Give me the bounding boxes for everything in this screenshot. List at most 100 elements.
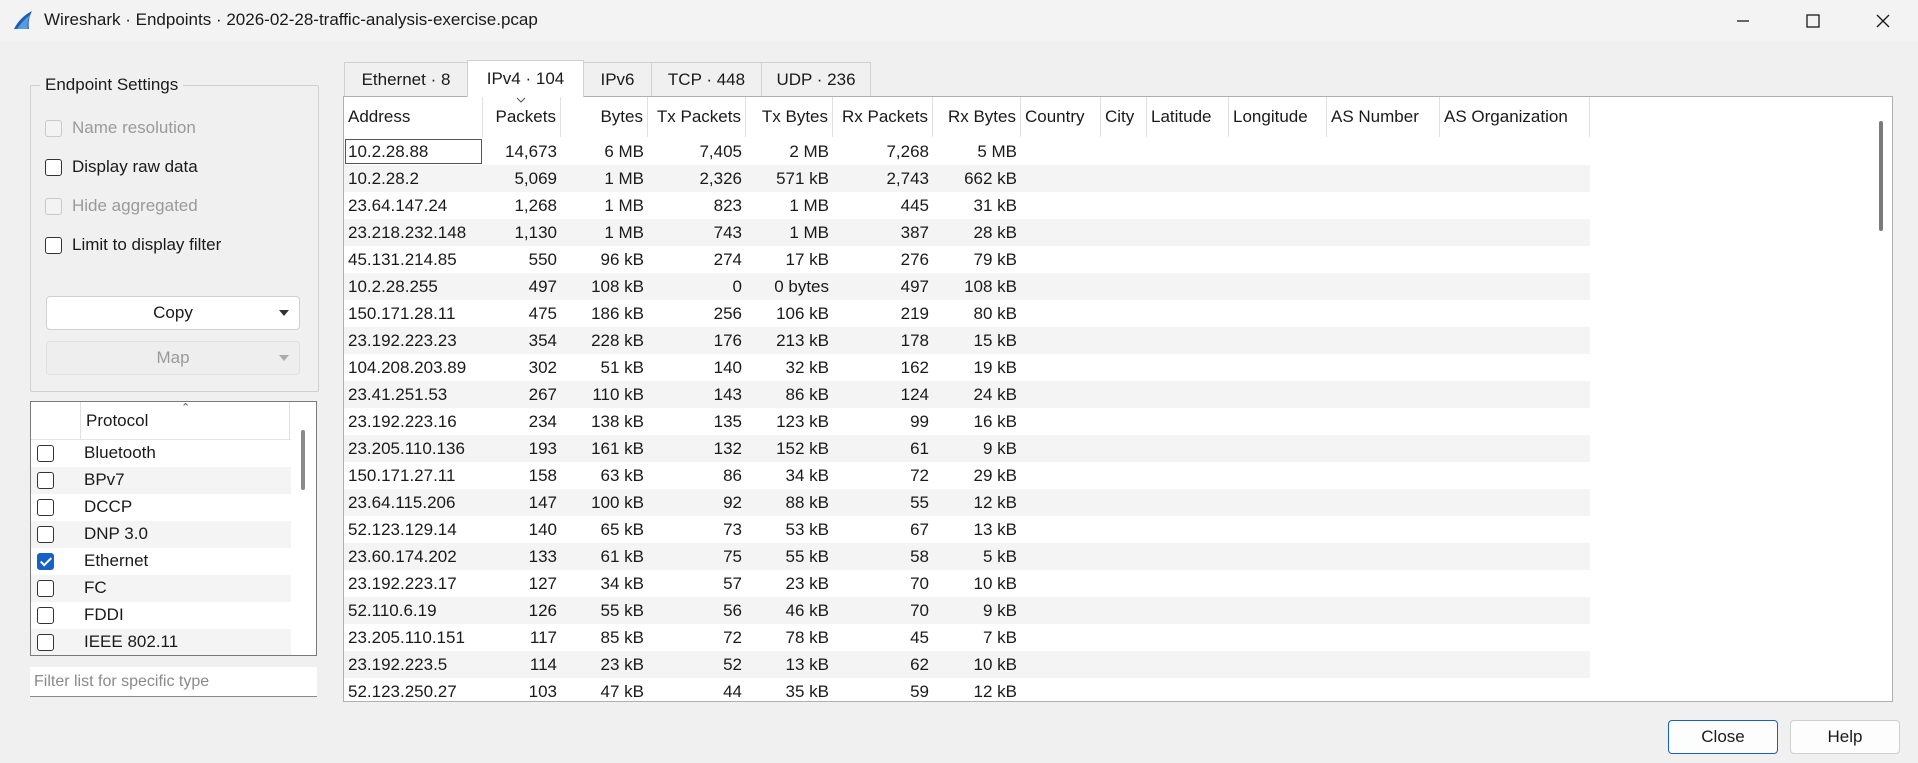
protocol-list-item[interactable]: Bluetooth — [31, 440, 291, 467]
table-row[interactable]: 23.192.223.5 114 23 kB 52 13 kB 62 10 kB — [344, 651, 1590, 678]
table-cell: 32 kB — [785, 358, 829, 377]
table-row[interactable]: 23.64.147.24 1,268 1 MB 823 1 MB 445 31 kB — [344, 192, 1590, 219]
protocol-list-item[interactable]: Ethernet — [31, 548, 291, 575]
column-header-as-number[interactable]: AS Number — [1327, 97, 1440, 137]
column-header-tx-packets[interactable]: Tx Packets — [648, 97, 746, 137]
table-row[interactable]: 23.192.223.16 234 138 kB 135 123 kB 99 16 kB — [344, 408, 1590, 435]
table-row[interactable]: 23.64.115.206 147 100 kB 92 88 kB 55 12 kB — [344, 489, 1590, 516]
table-cell: 23.64.115.206 — [348, 493, 456, 512]
table-row[interactable]: 52.123.250.27 103 47 kB 44 35 kB 59 12 kB — [344, 678, 1590, 701]
table-row[interactable]: 23.41.251.53 267 110 kB 143 86 kB 124 24 kB — [344, 381, 1590, 408]
limit-to-display-filter-option[interactable]: Limit to display filter — [45, 235, 221, 255]
protocol-checkbox[interactable] — [37, 634, 54, 651]
table-cell: 158 — [528, 466, 557, 485]
wireshark-fin-icon — [14, 11, 32, 29]
table-cell: 10 kB — [973, 574, 1017, 593]
column-header-address[interactable]: Address — [344, 97, 483, 137]
table-row[interactable]: 150.171.28.11 475 186 kB 256 106 kB 219 80 kB — [344, 300, 1590, 327]
column-header-rx-bytes[interactable]: Rx Bytes — [933, 97, 1021, 137]
table-cell: 47 kB — [600, 682, 644, 701]
protocol-list-item[interactable]: DNP 3.0 — [31, 521, 291, 548]
column-header-tx-bytes[interactable]: Tx Bytes — [746, 97, 833, 137]
tab-ipv6[interactable]: IPv6 — [583, 62, 652, 96]
table-row[interactable]: 10.2.28.255 497 108 kB 0 0 bytes 497 108 kB — [344, 273, 1590, 300]
table-row[interactable]: 23.60.174.202 133 61 kB 75 55 kB 58 5 kB — [344, 543, 1590, 570]
table-cell: 23.205.110.136 — [348, 439, 465, 458]
protocol-checkbox[interactable] — [37, 472, 54, 489]
table-row[interactable]: 10.2.28.2 5,069 1 MB 2,326 571 kB 2,743 662 kB — [344, 165, 1590, 192]
table-row[interactable]: 23.205.110.136 193 161 kB 132 152 kB 61 9 kB — [344, 435, 1590, 462]
close-button[interactable]: Close — [1668, 720, 1778, 754]
column-header-rx-packets[interactable]: Rx Packets — [833, 97, 933, 137]
protocol-list-item[interactable]: BPv7 — [31, 467, 291, 494]
tab-ipv4[interactable]: IPv4 · 104 — [467, 60, 584, 97]
display-raw-data-checkbox[interactable] — [45, 158, 62, 176]
table-cell: 445 — [900, 196, 929, 215]
tab-label: Ethernet · 8 — [361, 69, 451, 89]
table-row[interactable]: 23.192.223.17 127 34 kB 57 23 kB 70 10 kB — [344, 570, 1590, 597]
table-row[interactable]: 52.110.6.19 126 55 kB 56 46 kB 70 9 kB — [344, 597, 1590, 624]
protocol-checkbox[interactable] — [37, 445, 54, 462]
checkbox-column-header[interactable] — [31, 402, 81, 439]
column-header-latitude[interactable]: Latitude — [1147, 97, 1229, 137]
tab-tcp[interactable]: TCP · 448 — [651, 62, 762, 96]
column-header-packets[interactable]: Packets — [483, 97, 561, 137]
table-cell: 23.205.110.151 — [348, 628, 465, 647]
protocol-list-scrollbar[interactable] — [301, 430, 305, 490]
column-header-city[interactable]: City — [1101, 97, 1147, 137]
tab-ethernet[interactable]: Ethernet · 8 — [344, 62, 468, 96]
protocol-list-item[interactable]: FC — [31, 575, 291, 602]
table-row[interactable]: 45.131.214.85 550 96 kB 274 17 kB 276 79 kB — [344, 246, 1590, 273]
tab-udp[interactable]: UDP · 236 — [761, 62, 871, 96]
column-header-as-organization[interactable]: AS Organization — [1440, 97, 1590, 137]
column-header-longitude[interactable]: Longitude — [1229, 97, 1327, 137]
column-divider — [289, 402, 290, 439]
table-cell: 34 kB — [600, 574, 644, 593]
sort-ascending-icon: ⌃ — [181, 402, 191, 414]
table-row[interactable]: 23.192.223.23 354 228 kB 176 213 kB 178 15 kB — [344, 327, 1590, 354]
protocol-checkbox[interactable] — [37, 607, 54, 624]
table-cell: 140 — [713, 358, 742, 377]
protocol-checkbox[interactable] — [37, 553, 54, 570]
table-scrollbar[interactable] — [1879, 121, 1883, 231]
protocol-column-header[interactable]: Protocol — [86, 411, 148, 431]
copy-button[interactable]: Copy — [46, 296, 300, 330]
protocol-checkbox[interactable] — [37, 499, 54, 516]
table-cell: 70 — [910, 574, 929, 593]
protocol-list-item[interactable]: FDDI — [31, 602, 291, 629]
table-cell: 823 — [713, 196, 742, 215]
table-cell: 72 — [723, 628, 742, 647]
protocol-checkbox[interactable] — [37, 580, 54, 597]
table-row[interactable]: 23.218.232.148 1,130 1 MB 743 1 MB 387 28 kB — [344, 219, 1590, 246]
help-button[interactable]: Help — [1790, 720, 1900, 754]
table-cell: 234 — [528, 412, 557, 431]
minimize-button[interactable] — [1708, 0, 1778, 42]
maximize-button[interactable] — [1778, 0, 1848, 42]
limit-to-display-filter-checkbox[interactable] — [45, 236, 62, 254]
endpoints-table[interactable]: Address Packets Bytes Tx Packets Tx Bytes Rx … — [343, 96, 1893, 702]
protocol-checkbox[interactable] — [37, 526, 54, 543]
table-row[interactable]: 10.2.28.88 14,673 6 MB 7,405 2 MB 7,268 5 MB — [344, 138, 1590, 165]
table-cell: 10 kB — [973, 655, 1017, 674]
protocol-list-item[interactable]: IEEE 802.11 — [31, 629, 291, 655]
column-header-country[interactable]: Country — [1021, 97, 1101, 137]
protocol-list[interactable]: ⌃ Protocol Bluetooth BPv7 DCCP DNP 3.0 Ether… — [30, 401, 317, 656]
protocol-filter-input[interactable] — [30, 667, 306, 697]
table-cell: 302 — [528, 358, 557, 377]
protocol-filter-field[interactable] — [30, 667, 317, 697]
table-row[interactable]: 104.208.203.89 302 51 kB 140 32 kB 162 19 kB — [344, 354, 1590, 381]
protocol-list-item[interactable]: DCCP — [31, 494, 291, 521]
display-raw-data-option[interactable]: Display raw data — [45, 157, 198, 177]
hide-aggregated-option: Hide aggregated — [45, 196, 198, 216]
name-resolution-option: Name resolution — [45, 118, 196, 138]
column-header-bytes[interactable]: Bytes — [561, 97, 648, 137]
table-cell: 52.123.129.14 — [348, 520, 457, 539]
table-cell: 55 — [910, 493, 929, 512]
close-window-button[interactable] — [1848, 0, 1918, 42]
table-cell: 52.123.250.27 — [348, 682, 457, 701]
table-row[interactable]: 23.205.110.151 117 85 kB 72 78 kB 45 7 kB — [344, 624, 1590, 651]
table-cell: 5 kB — [982, 547, 1017, 566]
table-row[interactable]: 150.171.27.11 158 63 kB 86 34 kB 72 29 kB — [344, 462, 1590, 489]
table-row[interactable]: 52.123.129.14 140 65 kB 73 53 kB 67 13 kB — [344, 516, 1590, 543]
table-cell: 23.192.223.5 — [348, 655, 448, 674]
